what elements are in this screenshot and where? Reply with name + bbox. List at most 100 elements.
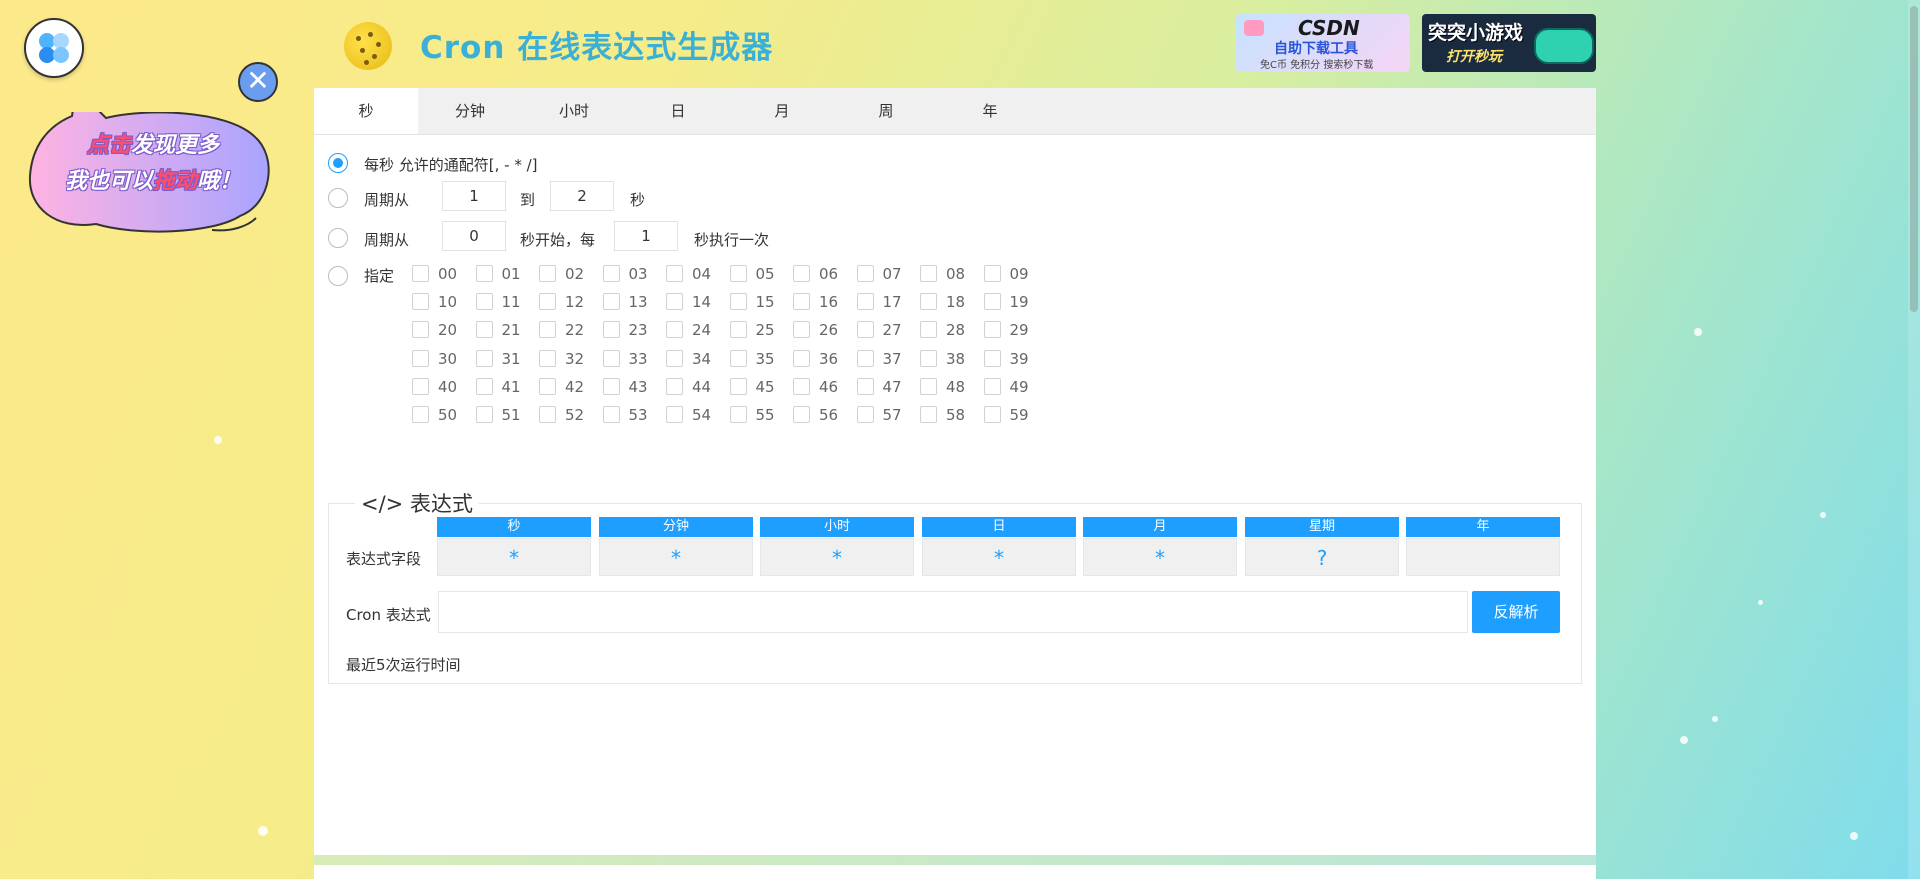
checkbox-box[interactable]	[602, 293, 620, 311]
second-checkbox[interactable]: 59	[983, 405, 1048, 425]
second-checkbox[interactable]: 53	[602, 405, 667, 425]
second-checkbox[interactable]: 05	[729, 264, 794, 284]
second-checkbox[interactable]: 50	[412, 405, 476, 425]
interval-step-input[interactable]	[614, 221, 678, 251]
second-checkbox[interactable]: 52	[539, 405, 603, 425]
checkbox-box[interactable]	[856, 293, 874, 311]
close-icon[interactable]: ✕	[238, 62, 278, 102]
checkbox-box[interactable]	[539, 293, 556, 311]
second-checkbox[interactable]: 06	[793, 264, 857, 284]
checkbox-box[interactable]	[920, 293, 937, 311]
radio-specify[interactable]	[328, 266, 348, 286]
checkbox-box[interactable]	[666, 265, 683, 282]
second-checkbox[interactable]: 39	[983, 349, 1048, 369]
tab-hour[interactable]: 小时	[522, 88, 626, 134]
ad-banner-csdn[interactable]: CSDN 自助下载工具 免C币 免积分 搜索秒下载	[1236, 14, 1410, 72]
second-checkbox[interactable]: 02	[539, 264, 603, 284]
second-checkbox[interactable]: 57	[856, 405, 921, 425]
checkbox-box[interactable]	[475, 321, 493, 339]
second-checkbox[interactable]: 16	[793, 292, 857, 312]
second-checkbox[interactable]: 46	[793, 377, 857, 397]
second-checkbox[interactable]: 22	[539, 320, 603, 340]
second-checkbox[interactable]: 26	[793, 320, 857, 340]
second-checkbox[interactable]: 58	[920, 405, 984, 425]
checkbox-box[interactable]	[920, 377, 937, 395]
checkbox-box[interactable]	[412, 406, 429, 423]
second-checkbox[interactable]: 49	[983, 377, 1048, 397]
checkbox-box[interactable]	[602, 406, 620, 423]
checkbox-box[interactable]	[729, 293, 747, 311]
second-checkbox[interactable]: 29	[983, 320, 1048, 340]
second-checkbox[interactable]: 42	[539, 377, 603, 397]
checkbox-box[interactable]	[729, 406, 747, 423]
second-checkbox[interactable]: 31	[475, 349, 540, 369]
second-checkbox[interactable]: 34	[666, 349, 730, 369]
second-checkbox[interactable]: 45	[729, 377, 794, 397]
second-checkbox[interactable]: 10	[412, 292, 476, 312]
checkbox-box[interactable]	[729, 349, 747, 367]
checkbox-box[interactable]	[983, 293, 1001, 311]
checkbox-box[interactable]	[983, 265, 1001, 282]
checkbox-box[interactable]	[475, 265, 493, 282]
checkbox-box[interactable]	[983, 349, 1001, 367]
checkbox-box[interactable]	[539, 377, 556, 395]
checkbox-box[interactable]	[666, 406, 683, 423]
checkbox-box[interactable]	[920, 321, 937, 339]
second-checkbox[interactable]: 00	[412, 264, 476, 284]
checkbox-box[interactable]	[475, 293, 493, 311]
second-checkbox[interactable]: 51	[475, 405, 540, 425]
tab-minute[interactable]: 分钟	[418, 88, 522, 134]
second-checkbox[interactable]: 44	[666, 377, 730, 397]
cycle-end-input[interactable]	[550, 181, 614, 211]
checkbox-box[interactable]	[920, 265, 937, 282]
field-minute[interactable]: *	[599, 538, 753, 576]
checkbox-box[interactable]	[920, 406, 937, 423]
checkbox-box[interactable]	[412, 349, 429, 367]
checkbox-box[interactable]	[793, 321, 810, 339]
checkbox-box[interactable]	[793, 349, 810, 367]
checkbox-box[interactable]	[412, 265, 429, 282]
checkbox-box[interactable]	[666, 293, 683, 311]
checkbox-box[interactable]	[666, 321, 683, 339]
second-checkbox[interactable]: 55	[729, 405, 794, 425]
checkbox-box[interactable]	[412, 377, 429, 395]
cron-expression-input[interactable]	[438, 591, 1468, 633]
scrollbar-thumb[interactable]	[1910, 6, 1918, 312]
checkbox-box[interactable]	[602, 349, 620, 367]
checkbox-box[interactable]	[602, 321, 620, 339]
second-checkbox[interactable]: 30	[412, 349, 476, 369]
second-checkbox[interactable]: 43	[602, 377, 667, 397]
second-checkbox[interactable]: 27	[856, 320, 921, 340]
field-month[interactable]: *	[1083, 538, 1237, 576]
second-checkbox[interactable]: 54	[666, 405, 730, 425]
second-checkbox[interactable]: 07	[856, 264, 921, 284]
checkbox-box[interactable]	[729, 265, 747, 282]
checkbox-box[interactable]	[856, 265, 874, 282]
second-checkbox[interactable]: 18	[920, 292, 984, 312]
second-checkbox[interactable]: 14	[666, 292, 730, 312]
second-checkbox[interactable]: 24	[666, 320, 730, 340]
second-checkbox[interactable]: 41	[475, 377, 540, 397]
checkbox-box[interactable]	[539, 321, 556, 339]
second-checkbox[interactable]: 21	[475, 320, 540, 340]
checkbox-box[interactable]	[602, 377, 620, 395]
field-weekday[interactable]: ?	[1245, 538, 1399, 576]
checkbox-box[interactable]	[729, 377, 747, 395]
second-checkbox[interactable]: 33	[602, 349, 667, 369]
checkbox-box[interactable]	[412, 293, 429, 311]
checkbox-box[interactable]	[539, 265, 556, 282]
second-checkbox[interactable]: 04	[666, 264, 730, 284]
second-checkbox[interactable]: 03	[602, 264, 667, 284]
checkbox-box[interactable]	[920, 349, 937, 367]
second-checkbox[interactable]: 17	[856, 292, 921, 312]
second-checkbox[interactable]: 08	[920, 264, 984, 284]
checkbox-box[interactable]	[793, 293, 810, 311]
app-logo-icon[interactable]	[24, 18, 84, 78]
second-checkbox[interactable]: 12	[539, 292, 603, 312]
second-checkbox[interactable]: 15	[729, 292, 794, 312]
second-checkbox[interactable]: 40	[412, 377, 476, 397]
reverse-parse-button[interactable]: 反解析	[1472, 591, 1560, 633]
tab-second[interactable]: 秒	[314, 88, 418, 134]
tab-month[interactable]: 月	[730, 88, 834, 134]
second-checkbox[interactable]: 25	[729, 320, 794, 340]
